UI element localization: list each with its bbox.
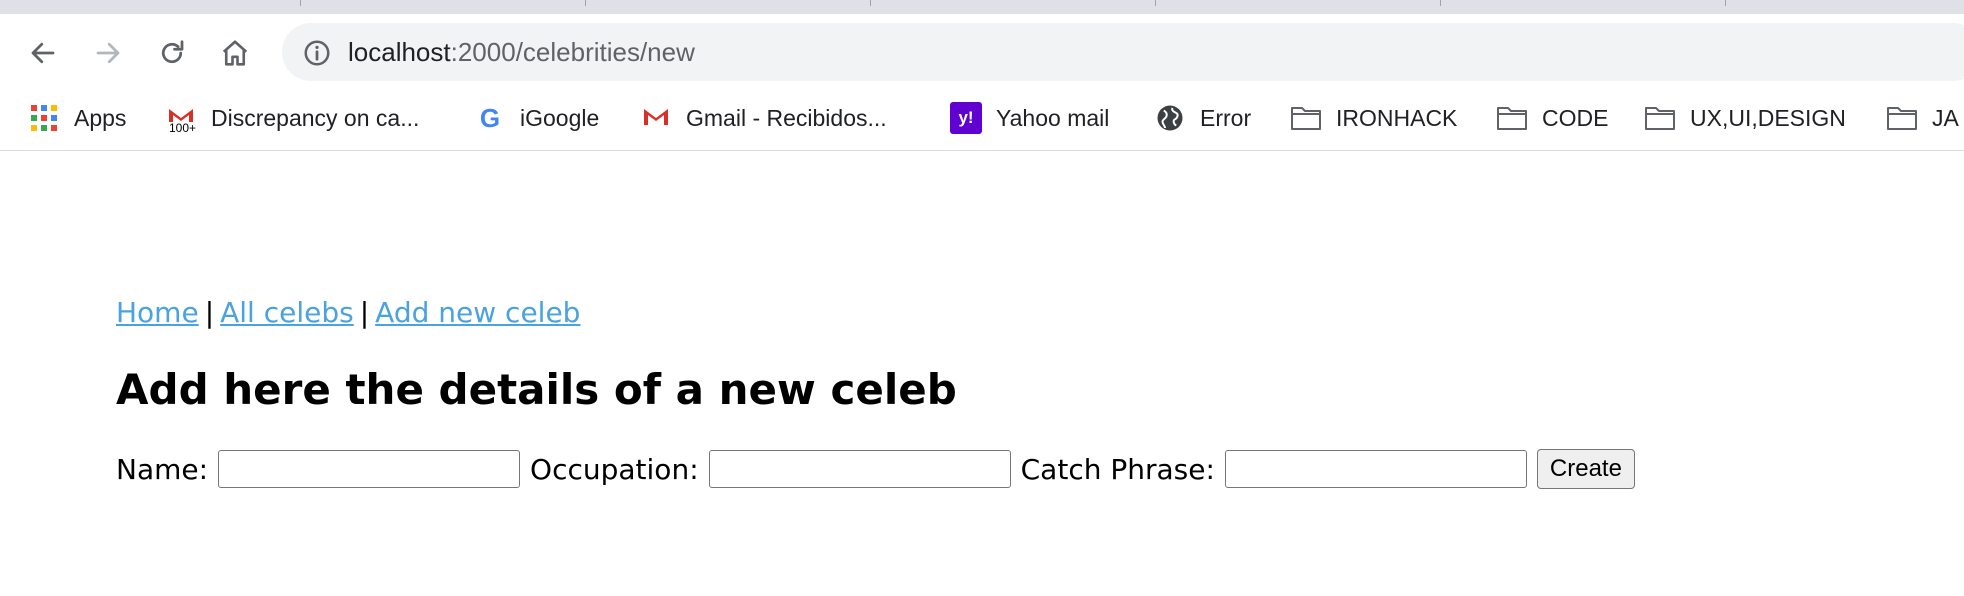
- address-bar[interactable]: localhost:2000/celebrities/new: [282, 23, 1964, 81]
- bookmark-discrepancy[interactable]: 100+ Discrepancy on ca...: [165, 96, 419, 140]
- bookmark-gmail[interactable]: Gmail - Recibidos...: [640, 96, 887, 140]
- tab-separator: [1440, 0, 1441, 6]
- bookmark-label: Apps: [74, 104, 127, 131]
- yahoo-icon: y!: [950, 102, 982, 134]
- folder-icon: [1644, 102, 1676, 134]
- url-path: :2000/celebrities/new: [450, 37, 695, 67]
- notification-badge: 100+: [169, 121, 197, 135]
- page-title: Add here the details of a new celeb: [116, 365, 957, 414]
- bookmark-label: CODE: [1542, 104, 1609, 131]
- globe-icon: [1154, 102, 1186, 134]
- occupation-input[interactable]: [708, 450, 1011, 488]
- bookmark-label: UX,UI,DESIGN: [1690, 104, 1846, 131]
- reload-icon: [161, 40, 184, 64]
- bookmark-label: Error: [1200, 104, 1252, 131]
- tab-separator: [300, 0, 301, 6]
- folder-icon: [1496, 102, 1528, 134]
- bookmark-igoogle[interactable]: G iGoogle: [474, 96, 599, 140]
- forward-button[interactable]: [88, 33, 128, 73]
- nav-separator: |: [359, 296, 370, 329]
- folder-icon: [1886, 102, 1918, 134]
- nav-link-home[interactable]: Home: [116, 296, 199, 329]
- nav-link-all-celebs[interactable]: All celebs: [220, 296, 354, 329]
- tab-separator: [585, 0, 586, 6]
- bookmark-folder-code[interactable]: CODE: [1496, 96, 1608, 140]
- bookmarks-bar: Apps 100+ Discrepancy on ca... G iGoogle…: [0, 96, 1964, 151]
- apps-grid-icon: [28, 102, 60, 134]
- google-g-glyph: G: [479, 102, 501, 133]
- folder-icon: [1290, 102, 1322, 134]
- occupation-label: Occupation:: [530, 452, 699, 486]
- tab-separator: [1155, 0, 1156, 6]
- tab-separator: [870, 0, 871, 6]
- back-button[interactable]: [23, 33, 63, 73]
- site-info-icon[interactable]: [302, 38, 332, 68]
- bookmark-label: Yahoo mail: [996, 104, 1110, 131]
- home-button[interactable]: [215, 33, 255, 73]
- bookmark-folder-ironhack[interactable]: IRONHACK: [1290, 96, 1457, 140]
- nav-link-add-new-celeb[interactable]: Add new celeb: [375, 296, 580, 329]
- nav-separator: |: [204, 296, 215, 329]
- yahoo-glyph: y!: [958, 108, 974, 127]
- new-celeb-form: Name: Occupation: Catch Phrase: Create: [116, 447, 1635, 491]
- bookmark-label: iGoogle: [520, 104, 600, 131]
- reload-button[interactable]: [152, 33, 192, 73]
- bookmark-folder-ja[interactable]: JA: [1886, 96, 1959, 140]
- forward-arrow-icon: [96, 42, 120, 64]
- name-input[interactable]: [218, 450, 521, 488]
- gmail-100-icon: 100+: [165, 102, 197, 134]
- bookmark-folder-uxuidesign[interactable]: UX,UI,DESIGN: [1644, 96, 1846, 140]
- page-content: Home | All celebs | Add new celeb Add here t…: [0, 151, 1964, 596]
- back-arrow-icon: [31, 42, 55, 64]
- catch-phrase-label: Catch Phrase:: [1020, 452, 1215, 486]
- browser-toolbar: localhost:2000/celebrities/new: [0, 14, 1964, 88]
- create-button[interactable]: Create: [1536, 449, 1635, 489]
- catch-phrase-input[interactable]: [1224, 450, 1527, 488]
- url-host: localhost: [348, 37, 451, 67]
- name-label: Name:: [116, 452, 209, 486]
- gmail-icon: [640, 102, 672, 134]
- tab-strip: [0, 0, 1964, 14]
- bookmark-error[interactable]: Error: [1154, 96, 1251, 140]
- bookmark-label: Discrepancy on ca...: [211, 104, 420, 131]
- bookmark-label: IRONHACK: [1336, 104, 1458, 131]
- url-text[interactable]: localhost:2000/celebrities/new: [348, 35, 695, 69]
- home-icon: [222, 40, 248, 66]
- google-g-icon: G: [474, 102, 506, 134]
- bookmark-apps[interactable]: Apps: [28, 96, 126, 140]
- bookmark-label: Gmail - Recibidos...: [686, 104, 887, 131]
- bookmark-label: JA: [1932, 104, 1959, 131]
- tab-separator: [1725, 0, 1726, 6]
- bookmark-yahoo[interactable]: y! Yahoo mail: [950, 96, 1109, 140]
- nav-links: Home | All celebs | Add new celeb: [116, 295, 580, 331]
